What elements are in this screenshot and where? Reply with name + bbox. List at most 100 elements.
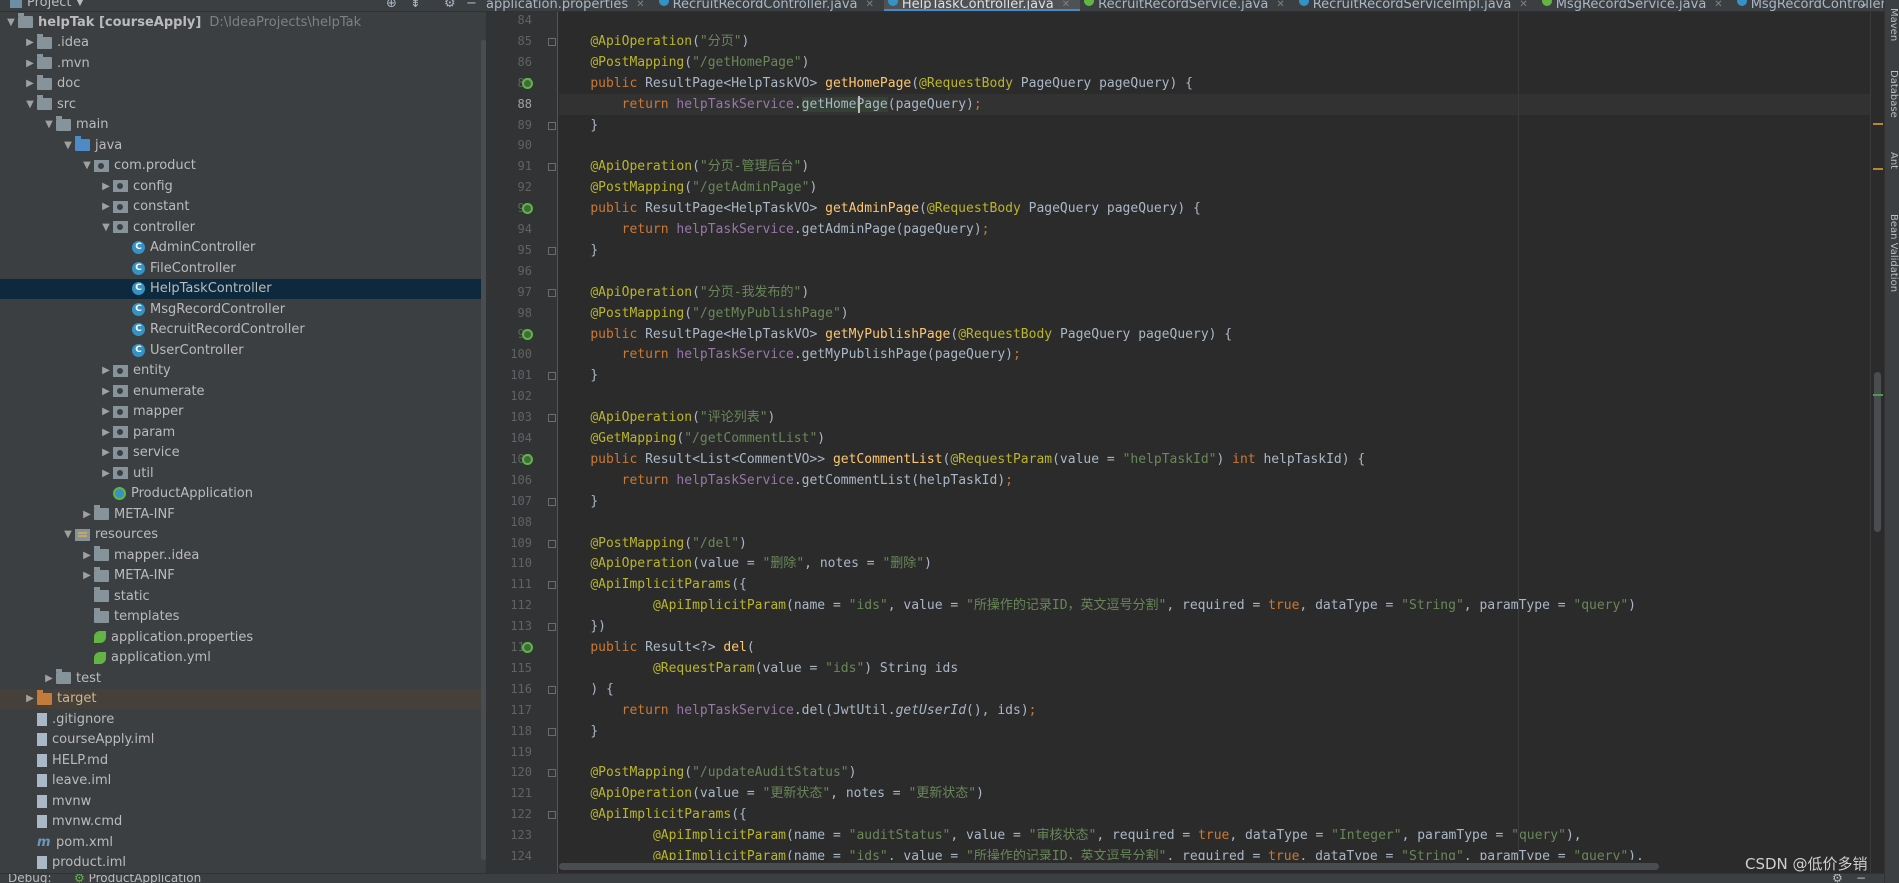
tree-item[interactable]: application.yml bbox=[0, 648, 486, 668]
code-line[interactable]: @ApiImplicitParam(name = "ids", value = … bbox=[559, 846, 1870, 860]
tree-item[interactable]: product.iml bbox=[0, 853, 486, 873]
collapsed-arrow-icon[interactable]: ▶ bbox=[99, 468, 113, 479]
code-line[interactable] bbox=[559, 512, 1870, 533]
collapsed-arrow-icon[interactable]: ▶ bbox=[99, 365, 113, 376]
tree-item[interactable]: ▶ .idea bbox=[0, 33, 486, 53]
warning-marker[interactable] bbox=[1873, 123, 1883, 125]
code-line[interactable]: } bbox=[559, 721, 1870, 742]
tree-item[interactable]: mvnw bbox=[0, 791, 486, 811]
collapsed-arrow-icon[interactable]: ▶ bbox=[80, 509, 94, 520]
expanded-arrow-icon[interactable]: ▼ bbox=[4, 17, 18, 28]
tree-item[interactable]: C HelpTaskController bbox=[0, 278, 486, 299]
tree-item[interactable]: m pom.xml bbox=[0, 832, 486, 852]
tree-item[interactable]: ▶ .mvn bbox=[0, 53, 486, 73]
code-line[interactable]: public ResultPage<HelpTaskVO> getMyPubli… bbox=[559, 324, 1870, 345]
expanded-arrow-icon[interactable]: ▼ bbox=[23, 99, 37, 110]
tool-window-maven[interactable]: Maven bbox=[1886, 8, 1899, 41]
tree-item[interactable]: ▼ main bbox=[0, 115, 486, 135]
expanded-arrow-icon[interactable]: ▼ bbox=[42, 119, 56, 130]
code-line[interactable]: @RequestParam(value = "ids") String ids bbox=[559, 658, 1870, 679]
tree-item[interactable]: ▶ mapper bbox=[0, 402, 486, 422]
collapsed-arrow-icon[interactable]: ▶ bbox=[23, 58, 37, 69]
tree-item[interactable]: ProductApplication bbox=[0, 484, 486, 504]
tree-item[interactable]: .gitignore bbox=[0, 709, 486, 729]
editor-tab[interactable]: RecruitRecordController.java ✕ bbox=[655, 0, 884, 11]
code-line[interactable]: @ApiImplicitParams({ bbox=[559, 804, 1870, 825]
collapsed-arrow-icon[interactable]: ▶ bbox=[99, 386, 113, 397]
tree-item[interactable]: ▶ constant bbox=[0, 197, 486, 217]
fold-marker-icon[interactable] bbox=[548, 163, 556, 172]
fold-marker-icon[interactable] bbox=[548, 727, 556, 736]
code-line[interactable]: public Result<List<CommentVO>> getCommen… bbox=[559, 449, 1870, 470]
code-line[interactable]: @ApiOperation("分页") bbox=[559, 31, 1870, 52]
code-line[interactable]: ) { bbox=[559, 679, 1870, 700]
tool-window-bean-validation[interactable]: Bean Validation bbox=[1886, 214, 1899, 292]
tree-item[interactable]: ▶ config bbox=[0, 176, 486, 196]
horizontal-scroll-thumb[interactable] bbox=[559, 863, 1659, 870]
code-line[interactable]: } bbox=[559, 115, 1870, 136]
code-line[interactable]: public ResultPage<HelpTaskVO> getAdminPa… bbox=[559, 198, 1870, 219]
tree-item[interactable]: ▶ param bbox=[0, 422, 486, 442]
code-line[interactable]: @ApiImplicitParam(name = "ids", value = … bbox=[559, 595, 1870, 616]
tree-item[interactable]: ▼ src bbox=[0, 94, 486, 114]
tree-item[interactable]: ▶ enumerate bbox=[0, 381, 486, 401]
code-editor[interactable]: @ApiOperation("分页") @PostMapping("/getHo… bbox=[559, 12, 1870, 860]
tree-item[interactable]: ▼ helpTak [courseApply] D:\IdeaProjects\he… bbox=[0, 12, 486, 32]
collapsed-arrow-icon[interactable]: ▶ bbox=[23, 37, 37, 48]
tree-item[interactable]: ▶ service bbox=[0, 443, 486, 463]
tree-item[interactable]: ▶ META-INF bbox=[0, 566, 486, 586]
fold-marker-icon[interactable] bbox=[548, 497, 556, 506]
fold-marker-icon[interactable] bbox=[548, 623, 556, 632]
tree-item[interactable]: C AdminController bbox=[0, 238, 486, 258]
warning-marker[interactable] bbox=[1873, 168, 1883, 170]
fold-marker-icon[interactable] bbox=[548, 372, 556, 381]
code-line[interactable] bbox=[559, 386, 1870, 407]
globe-icon[interactable]: ⊕ bbox=[386, 0, 397, 11]
debug-label[interactable]: Debug: bbox=[8, 874, 52, 883]
fold-marker-icon[interactable] bbox=[548, 37, 556, 46]
code-line[interactable]: @GetMapping("/getCommentList") bbox=[559, 428, 1870, 449]
run-config-tab[interactable]: ⚙ ProductApplication bbox=[74, 874, 201, 883]
run-endpoint-icon[interactable] bbox=[522, 453, 533, 465]
code-line[interactable]: @PostMapping("/updateAuditStatus") bbox=[559, 762, 1870, 783]
tree-item[interactable]: C FileController bbox=[0, 258, 486, 278]
minimize-panel-icon[interactable]: − bbox=[1856, 874, 1866, 883]
expanded-arrow-icon[interactable]: ▼ bbox=[99, 222, 113, 233]
code-line[interactable]: @ApiOperation("分页-我发布的") bbox=[559, 282, 1870, 303]
code-line[interactable]: public ResultPage<HelpTaskVO> getHomePag… bbox=[559, 73, 1870, 94]
code-line[interactable]: return helpTaskService.del(JwtUtil.getUs… bbox=[559, 700, 1870, 721]
editor-tab[interactable]: HelpTaskController.java ✕ bbox=[883, 0, 1081, 11]
code-line[interactable] bbox=[559, 135, 1870, 156]
collapsed-arrow-icon[interactable]: ▶ bbox=[99, 201, 113, 212]
fold-marker-icon[interactable] bbox=[548, 414, 556, 423]
tabs-dropdown-icon[interactable]: ⌄ bbox=[1858, 0, 1869, 11]
tree-item[interactable]: ▶ doc bbox=[0, 74, 486, 94]
run-endpoint-icon[interactable] bbox=[522, 77, 533, 89]
code-line[interactable]: } bbox=[559, 365, 1870, 386]
tree-item[interactable]: courseApply.iml bbox=[0, 730, 486, 750]
tree-item[interactable]: C UserController bbox=[0, 340, 486, 360]
code-line[interactable]: @PostMapping("/getAdminPage") bbox=[559, 177, 1870, 198]
code-line[interactable]: @ApiImplicitParams({ bbox=[559, 574, 1870, 595]
code-line[interactable]: @ApiImplicitParam(name = "auditStatus", … bbox=[559, 825, 1870, 846]
expanded-arrow-icon[interactable]: ▼ bbox=[80, 160, 94, 171]
tree-item[interactable]: leave.iml bbox=[0, 771, 486, 791]
tool-window-database[interactable]: Database bbox=[1886, 70, 1899, 118]
tree-item[interactable]: ▶ util bbox=[0, 463, 486, 483]
code-line[interactable]: }) bbox=[559, 616, 1870, 637]
gear-icon[interactable]: ⚙ bbox=[444, 0, 456, 11]
minimize-icon[interactable]: − bbox=[466, 0, 477, 11]
code-line[interactable]: public Result<?> del( bbox=[559, 637, 1870, 658]
vertical-scroll-thumb[interactable] bbox=[1874, 372, 1881, 532]
collapsed-arrow-icon[interactable]: ▶ bbox=[23, 78, 37, 89]
collapsed-arrow-icon[interactable]: ▶ bbox=[99, 427, 113, 438]
fold-marker-icon[interactable] bbox=[548, 769, 556, 778]
tree-item[interactable]: C RecruitRecordController bbox=[0, 320, 486, 340]
run-endpoint-icon[interactable] bbox=[522, 328, 533, 340]
tree-item[interactable]: ▼ com.product bbox=[0, 156, 486, 176]
editor-tab[interactable]: RecruitRecordService.java ✕ bbox=[1080, 0, 1295, 11]
code-line[interactable]: return helpTaskService.getHomePage(pageQ… bbox=[559, 93, 1870, 115]
run-endpoint-icon[interactable] bbox=[522, 642, 533, 653]
tree-item[interactable]: templates bbox=[0, 607, 486, 627]
tree-item[interactable]: ▶ target bbox=[0, 688, 486, 709]
